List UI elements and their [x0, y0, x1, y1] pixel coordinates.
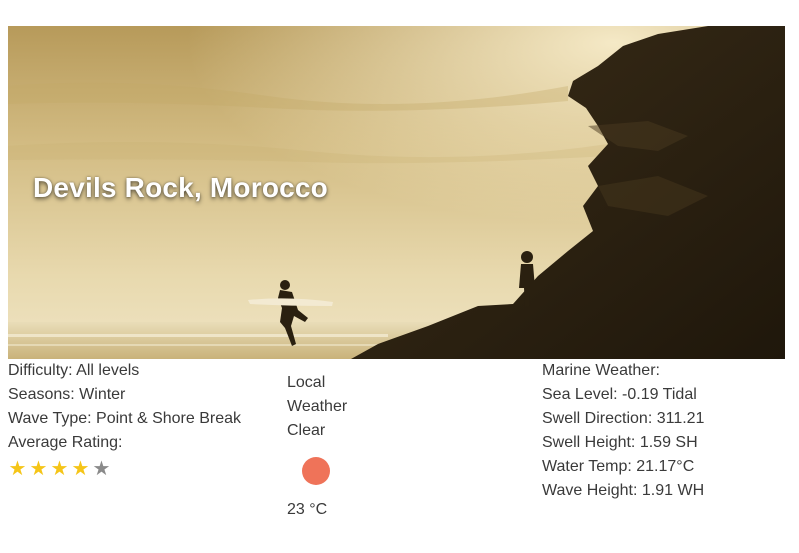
seasons-text: Seasons: Winter	[8, 386, 126, 403]
water-temp-text: Water Temp: 21.17°C	[542, 458, 695, 475]
star-filled-icon: ★	[29, 458, 48, 480]
local-weather-heading-line1: Local	[287, 374, 326, 391]
local-weather-heading-line2: Weather	[287, 398, 348, 415]
star-filled-icon: ★	[50, 458, 69, 480]
local-weather: Local Weather Clear 23 °C	[287, 371, 407, 522]
star-filled-icon: ★	[71, 458, 90, 480]
surf-spot-card: Devils Rock, Morocco Difficulty: All lev…	[0, 0, 799, 553]
rating-stars: ★ ★ ★ ★ ★	[8, 458, 278, 480]
average-rating-label: Average Rating:	[8, 434, 123, 451]
wave-type-text: Wave Type: Point & Shore Break	[8, 410, 242, 427]
wave-height-text: Wave Height: 1.91 WH	[542, 482, 705, 499]
spot-details: Difficulty: All levels Seasons: Winter W…	[8, 359, 278, 480]
star-empty-icon: ★	[92, 458, 111, 480]
difficulty-text: Difficulty: All levels	[8, 362, 140, 379]
marine-weather: Marine Weather: Sea Level: -0.19 Tidal S…	[542, 359, 782, 503]
hero-image: Devils Rock, Morocco	[8, 26, 785, 359]
sun-icon	[302, 457, 330, 485]
swell-height-text: Swell Height: 1.59 SH	[542, 434, 698, 451]
sea-level-text: Sea Level: -0.19 Tidal	[542, 386, 697, 403]
weather-condition: Clear	[287, 422, 326, 439]
temperature: 23 °C	[287, 501, 328, 518]
star-filled-icon: ★	[8, 458, 27, 480]
marine-weather-heading: Marine Weather:	[542, 362, 660, 379]
swell-direction-text: Swell Direction: 311.21	[542, 410, 705, 427]
spot-title: Devils Rock, Morocco	[33, 172, 328, 203]
